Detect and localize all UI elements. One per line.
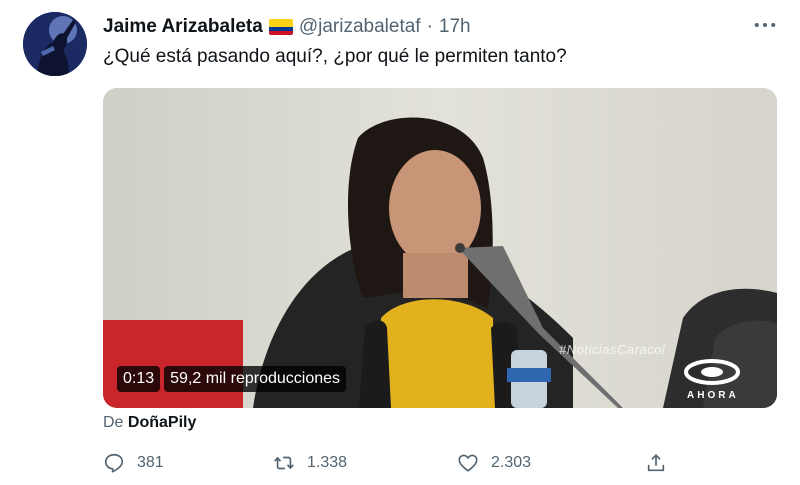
video-duration: 0:13 <box>117 366 161 392</box>
share-icon <box>647 454 665 472</box>
retweet-count: 1.338 <box>307 454 348 471</box>
reply-icon <box>104 453 124 473</box>
timestamp[interactable]: 17h <box>439 16 471 38</box>
like-icon <box>458 454 478 472</box>
attribution-prefix: De <box>103 414 124 431</box>
tweet-header: Jaime Arizabaleta @jarizabaletaf · 17h <box>103 14 471 40</box>
view-count: 59,2 mil reproducciones <box>164 366 347 392</box>
reply-button[interactable]: 381 <box>103 452 164 474</box>
video-frame <box>103 88 777 408</box>
channel-watermark: #NoticiasCaracol <box>559 342 666 357</box>
tweet-actions: 381 1.338 2.303 <box>103 452 673 478</box>
like-button[interactable]: 2.303 <box>457 452 531 474</box>
share-button[interactable] <box>645 452 667 474</box>
retweet-button[interactable]: 1.338 <box>273 452 347 474</box>
separator-dot: · <box>426 16 433 37</box>
avatar[interactable] <box>23 12 87 76</box>
attribution-source[interactable]: DoñaPily <box>128 414 196 431</box>
video-player[interactable]: #NoticiasCaracol AHORA 0:13 59,2 mil rep… <box>103 88 777 408</box>
logo-wordmark: AHORA <box>687 390 739 401</box>
retweet-icon <box>274 456 294 470</box>
tweet-text: ¿Qué está pasando aquí?, ¿por qué le per… <box>103 46 567 67</box>
more-icon <box>754 22 776 28</box>
like-count: 2.303 <box>491 454 532 471</box>
more-options-button[interactable] <box>752 14 778 36</box>
reply-count: 381 <box>137 454 164 471</box>
colombia-flag-icon <box>268 19 293 35</box>
display-name[interactable]: Jaime Arizabaleta <box>103 16 263 38</box>
video-info: 0:13 59,2 mil reproducciones <box>117 366 347 392</box>
media-attribution: De DoñaPily <box>103 414 196 432</box>
user-handle[interactable]: @jarizabaletaf <box>299 16 421 38</box>
